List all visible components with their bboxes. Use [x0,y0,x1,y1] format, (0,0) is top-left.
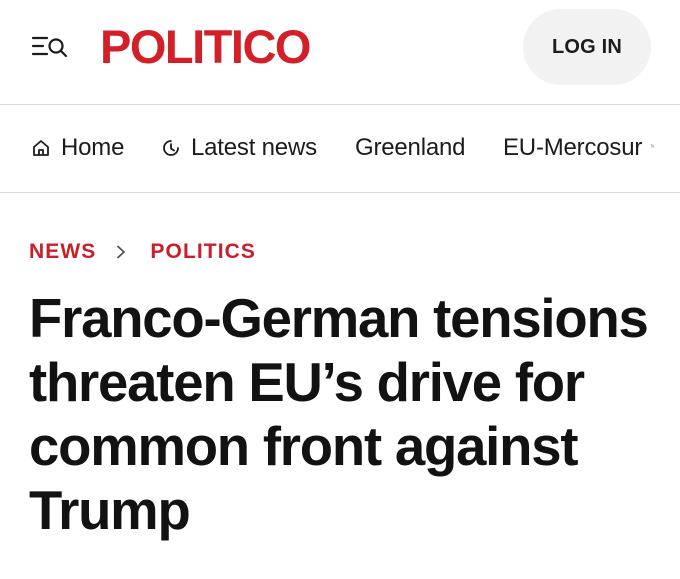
home-icon [33,140,49,156]
clock-icon [163,140,179,156]
politico-logo[interactable]: POLITICO [100,22,311,72]
nav-item-label: Latest news [191,134,317,161]
nav-item-label: EU-Mercosur [503,134,643,161]
breadcrumb: NEWS POLITICS [29,238,256,266]
breadcrumb-news[interactable]: NEWS [29,240,96,264]
nav-item-label: Home [61,134,125,161]
menu-search-button[interactable] [31,34,71,60]
chevron-right-icon [116,245,126,259]
nav-item-home[interactable]: Home [31,105,124,191]
article-headline: Franco-German tensions threaten EU’s dri… [29,288,649,541]
menu-search-icon [31,36,68,58]
section-nav: Home Latest news Greenland EU-Mercosur ◔ [0,105,680,193]
nav-item-eu-mercosur[interactable]: EU-Mercosur ◔ [503,105,656,191]
nav-item-label: Greenland [355,134,466,161]
overflow-fade-icon: ◔ [646,139,656,156]
nav-item-latest-news[interactable]: Latest news [161,105,317,191]
top-bar: POLITICO LOG IN [0,0,680,105]
breadcrumb-politics[interactable]: POLITICS [150,240,256,264]
login-button[interactable]: LOG IN [523,9,651,85]
nav-item-greenland[interactable]: Greenland [355,105,465,191]
